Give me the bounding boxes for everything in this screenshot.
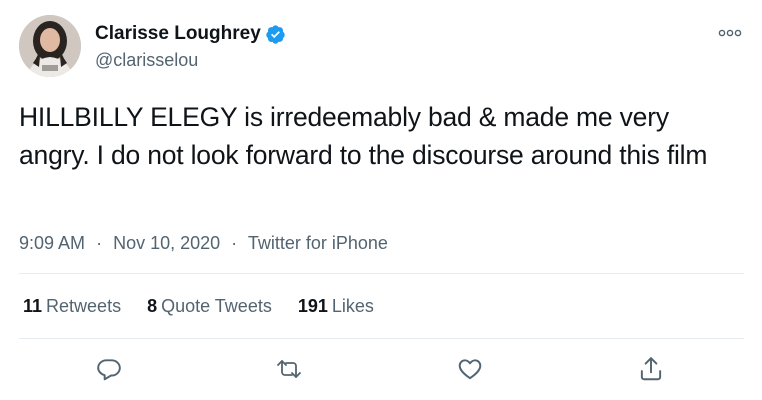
likes-count: 191 [297,296,328,316]
quote-tweets-count: 8 [147,296,158,316]
tweet-time[interactable]: 9:09 AM [19,233,85,253]
verified-badge-icon [266,24,285,44]
tweet-stats: 11 Retweets 8 Quote Tweets 191 Likes [23,294,400,318]
divider [19,273,744,274]
retweet-icon [277,360,301,378]
meta-separator: · [231,233,238,253]
tweet-text: HILLBILLY ELEGY is irredeemably bad & ma… [19,102,708,170]
author-name-text: Clarisse Loughrey [95,23,261,44]
like-icon [458,359,482,380]
retweet-button[interactable] [275,355,303,383]
retweets-count: 11 [23,296,43,316]
author-handle[interactable]: @clarisselou [95,49,198,71]
author-name[interactable]: Clarisse Loughrey [95,23,286,45]
reply-button[interactable] [95,355,123,383]
more-options-icon[interactable] [717,26,743,40]
avatar[interactable] [19,15,81,77]
share-icon [640,357,662,381]
divider [19,338,744,339]
tweet-source[interactable]: Twitter for iPhone [248,233,388,253]
quote-tweets-stat[interactable]: 8 Quote Tweets [147,294,272,318]
likes-label: Likes [331,296,374,316]
tweet-meta: 9:09 AM · Nov 10, 2020 · Twitter for iPh… [19,231,388,255]
avatar-image [19,15,81,77]
likes-stat[interactable]: 191 Likes [298,294,374,318]
like-button[interactable] [456,355,484,383]
retweets-label: Retweets [46,296,122,316]
quote-tweets-label: Quote Tweets [161,296,272,316]
reply-icon [97,359,121,381]
tweet-card: Clarisse Loughrey @clarisselou HILLBILLY… [0,0,762,400]
meta-separator: · [96,233,103,253]
retweets-stat[interactable]: 11 Retweets [23,294,121,318]
share-button[interactable] [637,355,665,383]
tweet-date[interactable]: Nov 10, 2020 [113,233,220,253]
